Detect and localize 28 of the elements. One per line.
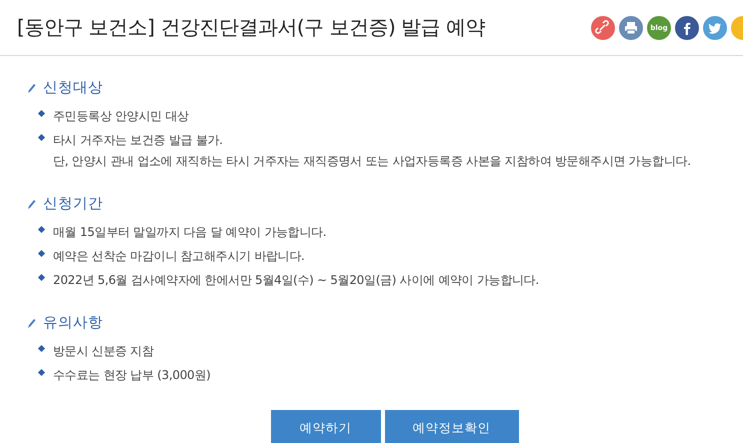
print-icon[interactable] [619,16,643,40]
bullet-icon [38,226,46,234]
list-item-text: 매월 15일부터 말일까지 다음 달 예약이 가능합니다. [53,225,326,239]
list-item-text: 주민등록상 안양시민 대상 [53,109,189,123]
bullet-icon [38,134,46,142]
reserve-button[interactable]: 예약하기 [270,410,380,443]
pencil-icon [27,316,37,328]
page-title: [동안구 보건소] 건강진단결과서(구 보건증) 발급 예약 [17,14,485,41]
bullet-icon [38,250,46,258]
list-item-text: 예약은 선착순 마감이니 참고해주시기 바랍니다. [53,249,305,263]
pencil-icon [27,82,37,94]
note-text: 단, 안양시 관내 업소에 재직하는 타시 거주자는 재직증명서 또는 사업자등록증 사본을 지참하여 방문해주시면 가능합니다. [53,153,691,170]
link-icon[interactable] [591,16,615,40]
twitter-icon[interactable] [703,16,727,40]
bullet-icon [38,274,46,282]
section-heading: 신청대상 [43,79,103,97]
bullet-icon [38,368,46,376]
facebook-icon[interactable] [675,16,699,40]
bullet-icon [38,344,46,352]
list-item-text: 2022년 5,6월 검사예약자에 한에서만 5월4일(수) ~ 5월20일(금) 사이에 예약이 가능합니다. [53,273,539,287]
section-heading: 유의사항 [43,314,103,332]
bullet-icon [38,110,46,118]
list-item-text: 방문시 신분증 지참 [53,344,154,358]
reservation-info-button[interactable]: 예약정보확인 [384,410,518,443]
section-heading: 신청기간 [43,195,103,213]
list-item-text: 수수료는 현장 납부 (3,000원) [53,368,210,382]
list-item-text: 타시 거주자는 보건증 발급 불가. [53,133,223,147]
pencil-icon [27,198,37,210]
